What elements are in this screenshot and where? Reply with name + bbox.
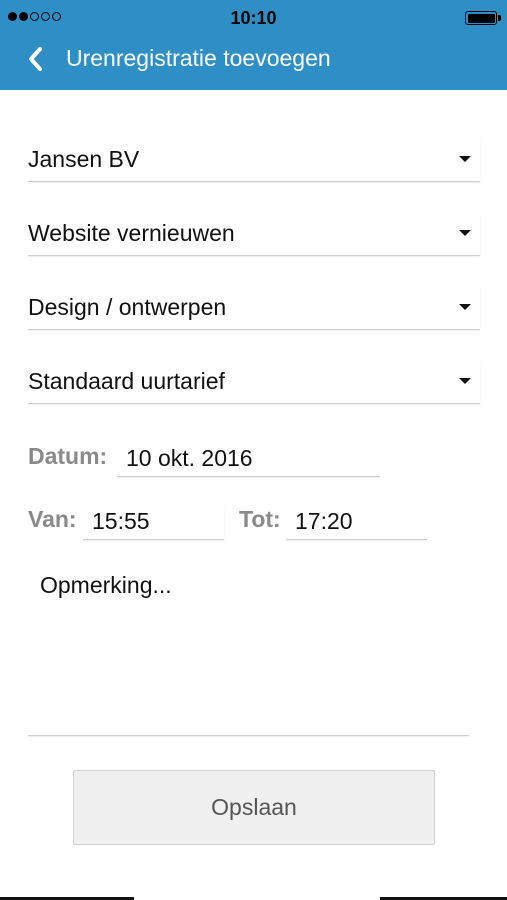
date-field[interactable]: 10 okt. 2016 <box>117 441 380 477</box>
client-select[interactable]: Jansen BV <box>28 138 480 182</box>
page-title: Urenregistratie toevoegen <box>66 45 331 71</box>
remark-placeholder: Opmerking... <box>40 572 172 598</box>
caret-down-icon <box>459 378 471 384</box>
chevron-left-icon[interactable] <box>22 44 52 74</box>
caret-down-icon <box>459 230 471 236</box>
activity-select-value: Design / ontwerpen <box>28 294 227 320</box>
caret-down-icon <box>459 156 471 162</box>
client-select-value: Jansen BV <box>28 146 140 172</box>
project-select[interactable]: Website vernieuwen <box>28 212 480 256</box>
project-select-value: Website vernieuwen <box>28 220 235 246</box>
date-label: Datum: <box>28 443 108 469</box>
to-time-field[interactable]: 17:20 <box>286 504 427 540</box>
rate-select-value: Standaard uurtarief <box>28 368 225 394</box>
save-button[interactable]: Opslaan <box>73 770 435 845</box>
from-time-value: 15:55 <box>92 508 150 534</box>
status-time: 10:10 <box>230 8 277 28</box>
nav-bar: Urenregistratie toevoegen <box>0 36 507 90</box>
caret-down-icon <box>459 304 471 310</box>
rate-select[interactable]: Standaard uurtarief <box>28 360 480 404</box>
battery-fill <box>467 13 495 23</box>
remark-textarea[interactable]: Opmerking... <box>28 562 469 736</box>
battery-icon <box>465 11 501 25</box>
from-label: Van: <box>28 506 77 532</box>
activity-select[interactable]: Design / ontwerpen <box>28 286 480 330</box>
to-time-value: 17:20 <box>295 508 353 534</box>
to-label: Tot: <box>239 506 281 532</box>
status-bar: 10:10 <box>0 0 507 36</box>
battery-tip <box>498 15 501 21</box>
date-field-value: 10 okt. 2016 <box>126 445 253 471</box>
from-time-field[interactable]: 15:55 <box>83 504 224 540</box>
